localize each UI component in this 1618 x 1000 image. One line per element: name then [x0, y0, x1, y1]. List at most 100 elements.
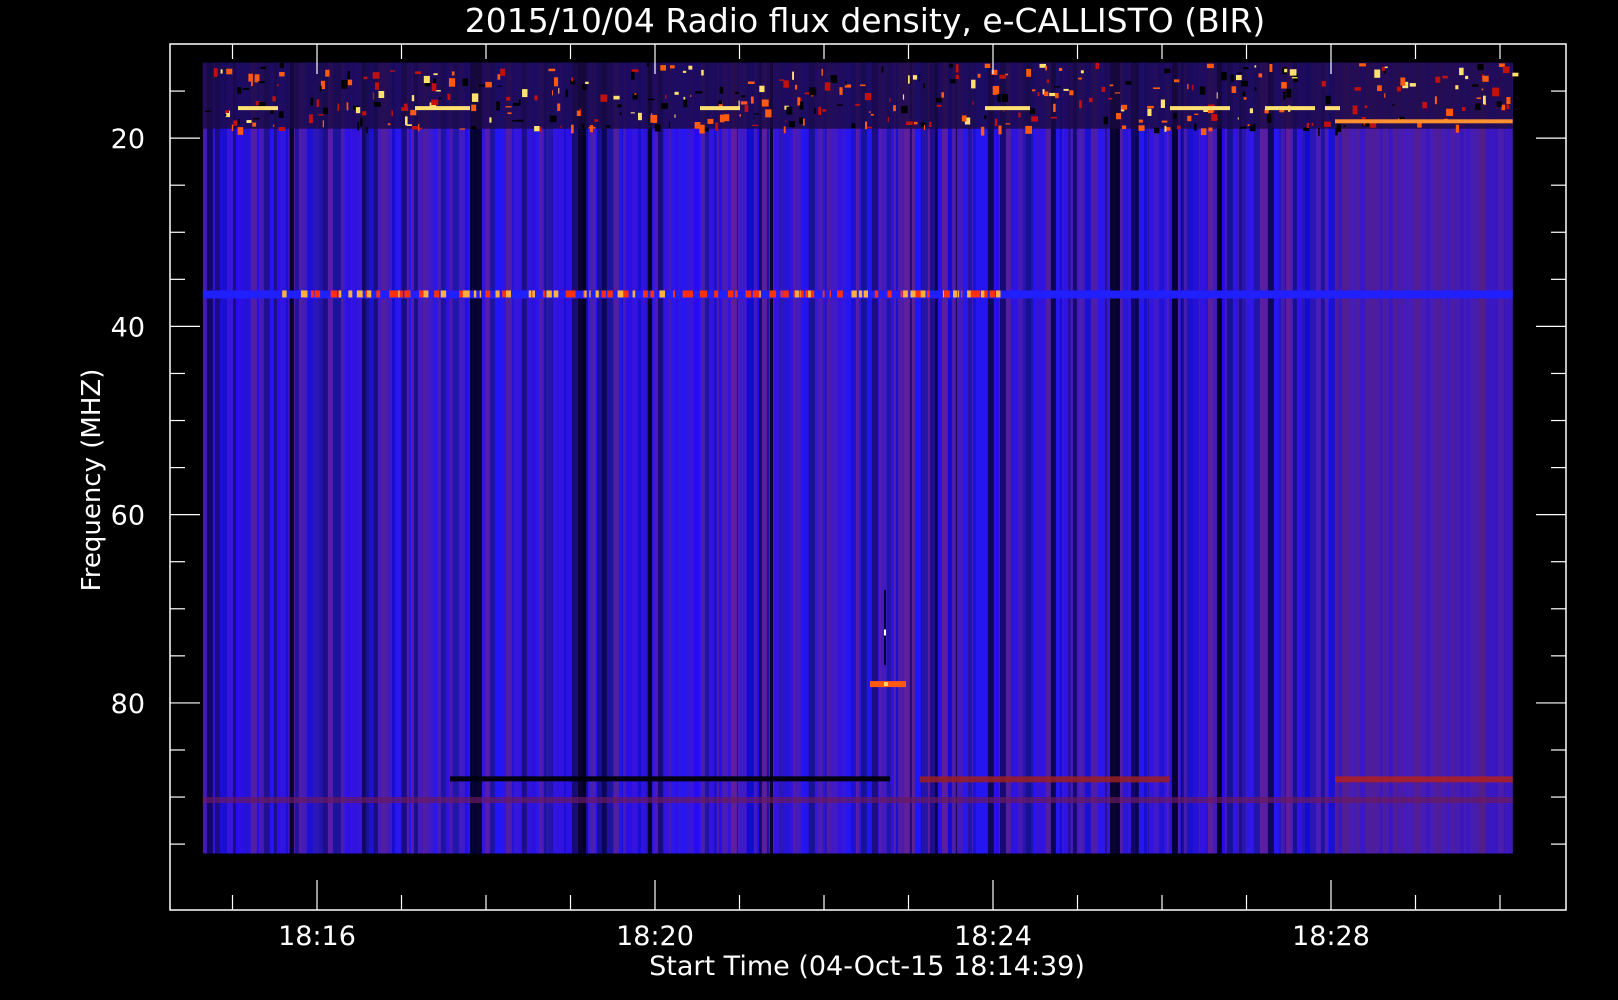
heatmap-column: [686, 62, 693, 854]
band-pixel: [1321, 80, 1326, 87]
heatmap-gap: [1172, 62, 1178, 854]
heatmap-column: [1327, 62, 1329, 854]
heatmap-column: [1328, 62, 1335, 854]
narrowband-pixel: [829, 290, 831, 298]
band-pixel: [213, 68, 218, 77]
heatmap-column: [795, 62, 801, 854]
heatmap-column: [552, 62, 558, 854]
heatmap-column: [987, 62, 994, 854]
band-pixel: [1249, 124, 1256, 132]
band-pixel: [1029, 108, 1036, 114]
band-pixel: [405, 116, 408, 126]
band-pixel: [1502, 66, 1510, 74]
band-88: [1335, 776, 1513, 783]
heatmap-column: [826, 62, 831, 854]
heatmap-column: [258, 62, 264, 854]
band-pixel: [459, 128, 466, 130]
heatmap-column: [318, 62, 323, 854]
band-pixel: [316, 99, 320, 107]
heatmap-column: [1067, 62, 1071, 854]
heatmap-column: [285, 62, 288, 854]
y-tick-label: 60: [111, 501, 145, 532]
band-pixel: [447, 93, 451, 101]
heatmap-column: [1192, 62, 1199, 854]
band-pixel: [571, 124, 574, 134]
heatmap-column: [814, 62, 818, 854]
heatmap-column: [971, 62, 973, 854]
heatmap-column: [1097, 62, 1104, 854]
band-pixel: [695, 91, 703, 94]
band-pixel: [1254, 65, 1257, 68]
heatmap-column: [1076, 62, 1079, 854]
heatmap-column: [1226, 62, 1228, 854]
heatmap-column: [448, 62, 453, 854]
heatmap-column: [350, 62, 352, 854]
band-pixel: [660, 65, 666, 71]
heatmap-column: [551, 62, 553, 854]
heatmap-column: [381, 62, 387, 854]
heatmap-column: [929, 62, 935, 854]
heatmap-column: [1103, 62, 1105, 854]
band-pixel: [1231, 86, 1237, 93]
heatmap-column: [417, 62, 423, 854]
band-pixel: [866, 126, 873, 129]
heatmap-column: [934, 62, 938, 854]
band-pixel: [638, 112, 642, 121]
burst-trail: [884, 629, 886, 636]
heatmap-column: [410, 62, 414, 854]
band-pixel: [913, 121, 918, 125]
band-pixel: [1160, 99, 1165, 108]
heatmap-column: [866, 62, 872, 854]
band-pixel: [258, 101, 266, 107]
heatmap-column: [845, 62, 851, 854]
heatmap-column: [557, 62, 564, 854]
band-pixel: [923, 125, 925, 130]
heatmap-column: [1413, 62, 1420, 854]
band-pixel: [864, 93, 872, 101]
heatmap-column: [276, 62, 280, 854]
heatmap-column: [1034, 62, 1040, 854]
band-pixel: [489, 117, 492, 123]
band-pixel: [1303, 127, 1310, 131]
heatmap-column: [1138, 62, 1143, 854]
heatmap-column: [1158, 62, 1164, 854]
band-pixel: [804, 92, 810, 95]
heatmap-column: [563, 62, 566, 854]
heatmap-column: [1061, 62, 1064, 854]
band-pixel: [631, 71, 635, 80]
band-pixel: [648, 98, 655, 101]
y-axis-label: Frequency (MHZ): [77, 369, 107, 592]
heatmap-column: [1056, 62, 1060, 854]
band-pixel: [308, 114, 313, 124]
heatmap-gap: [470, 62, 482, 854]
band-pixel: [355, 107, 361, 114]
band-88: [450, 776, 890, 782]
heatmap-column: [700, 62, 705, 854]
band-pixel: [1318, 128, 1320, 136]
band-pixel: [1400, 77, 1406, 86]
band-pixel: [1306, 123, 1309, 128]
narrowband-pixel: [310, 290, 314, 298]
interference-band: [202, 62, 1513, 129]
band-pixel: [1053, 103, 1056, 112]
band-pixel: [950, 79, 956, 84]
heatmap-column: [1146, 62, 1148, 854]
heatmap-column: [526, 62, 532, 854]
heatmap-column: [1104, 62, 1107, 854]
heatmap-column: [766, 62, 769, 854]
narrowband-pixel: [780, 290, 783, 298]
band-pixel: [1396, 86, 1401, 92]
heatmap-column: [343, 62, 346, 854]
band-pixel: [401, 107, 409, 111]
narrowband-pixel: [553, 290, 559, 298]
heatmap-column: [947, 62, 952, 854]
heatmap-column: [273, 62, 277, 854]
band-pixel: [1121, 104, 1128, 110]
narrowband-pixel: [772, 290, 777, 298]
band-pixel: [1286, 88, 1292, 98]
heatmap-column: [1506, 62, 1512, 854]
heatmap-column: [783, 62, 790, 854]
band-pixel: [1352, 105, 1358, 115]
heatmap-column: [680, 62, 687, 854]
band-pixel: [870, 114, 874, 116]
